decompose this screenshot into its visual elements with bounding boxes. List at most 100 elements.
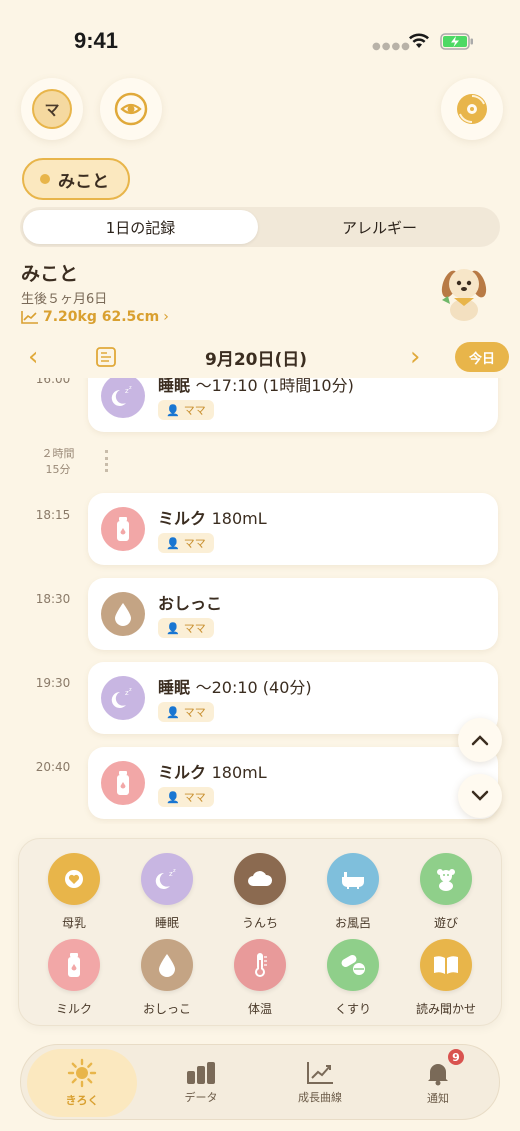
timeline-entry[interactable]: ミルク 180mL 👤 ママ <box>88 493 498 565</box>
timeline[interactable]: 16:00 zz 睡眠 ～17:10 (1時間10分) 👤 ママ ２時間 15分 … <box>0 378 520 824</box>
timeline-entry[interactable]: zz 睡眠 ～20:10 (40分) 👤 ママ <box>88 662 498 734</box>
drop-icon <box>141 939 193 991</box>
signal-dots-icon: ●●●● <box>372 41 411 52</box>
entry-time: 20:40 <box>35 760 71 774</box>
notification-badge: 9 <box>446 1047 466 1067</box>
caregiver-name: ママ <box>183 791 206 804</box>
timeline-entry[interactable]: zz 睡眠 ～17:10 (1時間10分) 👤 ママ <box>88 378 498 432</box>
disc-icon <box>457 94 487 124</box>
book-icon <box>420 939 472 991</box>
entry-icon-bg: zz <box>101 676 145 720</box>
person-icon: 👤 <box>166 621 180 635</box>
baby-selector-name: みこと <box>58 171 109 192</box>
caregiver-name: ママ <box>183 404 206 417</box>
timeline-entry[interactable]: おしっこ 👤 ママ <box>88 578 498 650</box>
gap-duration: ２時間 15分 <box>36 446 80 478</box>
nav-label: きろく <box>65 1094 99 1107</box>
person-icon: 👤 <box>166 705 180 719</box>
quick-action-reading[interactable]: 読み聞かせ <box>406 939 486 1017</box>
current-date[interactable]: 9月20日(日) <box>205 345 307 370</box>
eye-icon <box>114 92 148 126</box>
quick-action-temperature[interactable]: 体温 <box>220 939 300 1017</box>
svg-text:z: z <box>129 687 132 693</box>
caregiver-tag: 👤 ママ <box>158 400 214 420</box>
growth-text: 7.20kg 62.5cm <box>43 309 160 325</box>
chevron-down-icon <box>471 790 489 801</box>
entry-title: おしっこ <box>158 594 223 613</box>
baby-selector-chip[interactable]: みこと <box>22 158 130 200</box>
growth-summary-link[interactable]: 7.20kg 62.5cm › <box>21 309 169 325</box>
timeline-entry[interactable]: ミルク 180mL 👤 ママ <box>88 747 498 819</box>
nav-notifications[interactable]: 通知 <box>383 1045 493 1121</box>
journal-icon[interactable] <box>96 347 116 367</box>
caregiver-tag: 👤 ママ <box>158 787 214 807</box>
entry-title: ミルク <box>158 509 207 528</box>
quick-action-sleep[interactable]: zz 睡眠 <box>127 853 207 931</box>
teddy-bear-icon <box>420 853 472 905</box>
prev-day-button[interactable]: ‹ <box>28 344 38 370</box>
today-button[interactable]: 今日 <box>455 342 509 372</box>
person-icon: 👤 <box>166 403 180 417</box>
sun-icon <box>67 1058 97 1088</box>
nav-growth-chart[interactable]: 成長曲線 <box>265 1045 375 1121</box>
moon-sleep-icon: zz <box>111 687 132 708</box>
person-icon: 👤 <box>166 790 180 804</box>
bell-icon <box>428 1064 448 1086</box>
entry-time: 18:15 <box>35 508 71 522</box>
scroll-down-button[interactable] <box>458 774 502 818</box>
quick-action-pee[interactable]: おしっこ <box>127 939 207 1017</box>
entry-time: 18:30 <box>35 592 71 606</box>
entry-detail: ～17:10 (1時間10分) <box>195 378 354 395</box>
avatar: マ <box>32 89 72 129</box>
entry-detail: 180mL <box>211 509 267 528</box>
thermometer-icon <box>234 939 286 991</box>
chevron-right-icon: › <box>163 309 169 325</box>
status-dot <box>40 174 50 184</box>
entry-detail: ～20:10 (40分) <box>195 678 312 697</box>
entry-icon-bg <box>101 507 145 551</box>
quick-action-poop[interactable]: うんち <box>220 853 300 931</box>
quick-action-milk[interactable]: ミルク <box>34 939 114 1017</box>
heart-icon <box>48 853 100 905</box>
milk-bottle-icon <box>48 939 100 991</box>
svg-text:z: z <box>173 868 176 874</box>
pill-icon <box>327 939 379 991</box>
nav-record[interactable]: きろく <box>27 1049 137 1117</box>
drop-icon <box>115 603 131 626</box>
scroll-up-button[interactable] <box>458 718 502 762</box>
tab-allergy[interactable]: アレルギー <box>262 210 497 244</box>
caregiver-name: ママ <box>183 537 206 550</box>
quick-action-label: 母乳 <box>61 916 86 930</box>
entry-title: 睡眠 <box>158 678 191 697</box>
caregiver-tag: 👤 ママ <box>158 618 214 638</box>
nav-data[interactable]: データ <box>146 1045 256 1121</box>
quick-action-label: くすり <box>334 1002 371 1016</box>
moon-sleep-icon: zz <box>111 385 132 406</box>
quick-action-bath[interactable]: お風呂 <box>313 853 393 931</box>
profile-button[interactable]: マ <box>21 78 83 140</box>
view-mode-button[interactable] <box>100 78 162 140</box>
music-button[interactable] <box>441 78 503 140</box>
quick-action-label: 読み聞かせ <box>415 1002 476 1016</box>
tab-daily-record[interactable]: 1日の記録 <box>23 210 258 244</box>
nav-label: データ <box>184 1091 218 1104</box>
caregiver-tag: 👤 ママ <box>158 533 214 553</box>
battery-charging-icon <box>440 33 473 50</box>
svg-text:z: z <box>129 385 132 391</box>
timeline-divider <box>105 450 108 472</box>
quick-action-breastfeed[interactable]: 母乳 <box>34 853 114 931</box>
baby-age: 生後５ヶ月6日 <box>21 292 108 307</box>
quick-action-medicine[interactable]: くすり <box>313 939 393 1017</box>
next-day-button[interactable]: › <box>410 344 420 370</box>
moon-sleep-icon: zz <box>141 853 193 905</box>
entry-title: 睡眠 <box>158 378 191 395</box>
quick-action-label: ミルク <box>55 1002 92 1016</box>
gap-hours: ２時間 <box>41 447 75 460</box>
entry-icon-bg <box>101 592 145 636</box>
gap-minutes: 15分 <box>45 463 71 476</box>
person-icon: 👤 <box>166 536 180 550</box>
quick-action-label: 遊び <box>433 916 458 930</box>
status-time: 9:41 <box>74 28 119 53</box>
growth-chart-icon <box>307 1062 333 1084</box>
quick-action-play[interactable]: 遊び <box>406 853 486 931</box>
